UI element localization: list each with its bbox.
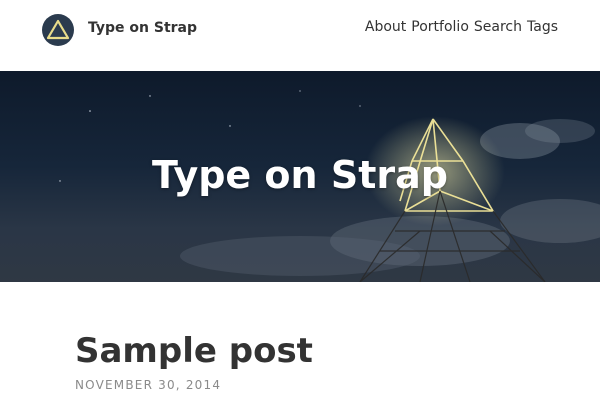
- main-nav: About Portfolio Search Tags: [365, 19, 558, 35]
- hero-title: Type on Strap: [152, 153, 448, 197]
- navbar: Type on Strap About Portfolio Search Tag…: [0, 0, 600, 71]
- post-preview: Sample post NOVEMBER 30, 2014: [75, 330, 313, 392]
- nav-link-about[interactable]: About: [365, 19, 406, 35]
- nav-link-search[interactable]: Search: [474, 19, 522, 35]
- site-logo[interactable]: [42, 14, 74, 46]
- post-title-link[interactable]: Sample post: [75, 330, 313, 372]
- nav-link-tags[interactable]: Tags: [527, 19, 558, 35]
- nav-link-portfolio[interactable]: Portfolio: [411, 19, 469, 35]
- site-title-link[interactable]: Type on Strap: [88, 20, 197, 36]
- triangle-logo-icon: [46, 19, 70, 40]
- hero-banner: Type on Strap: [0, 71, 600, 282]
- post-date: NOVEMBER 30, 2014: [75, 378, 222, 392]
